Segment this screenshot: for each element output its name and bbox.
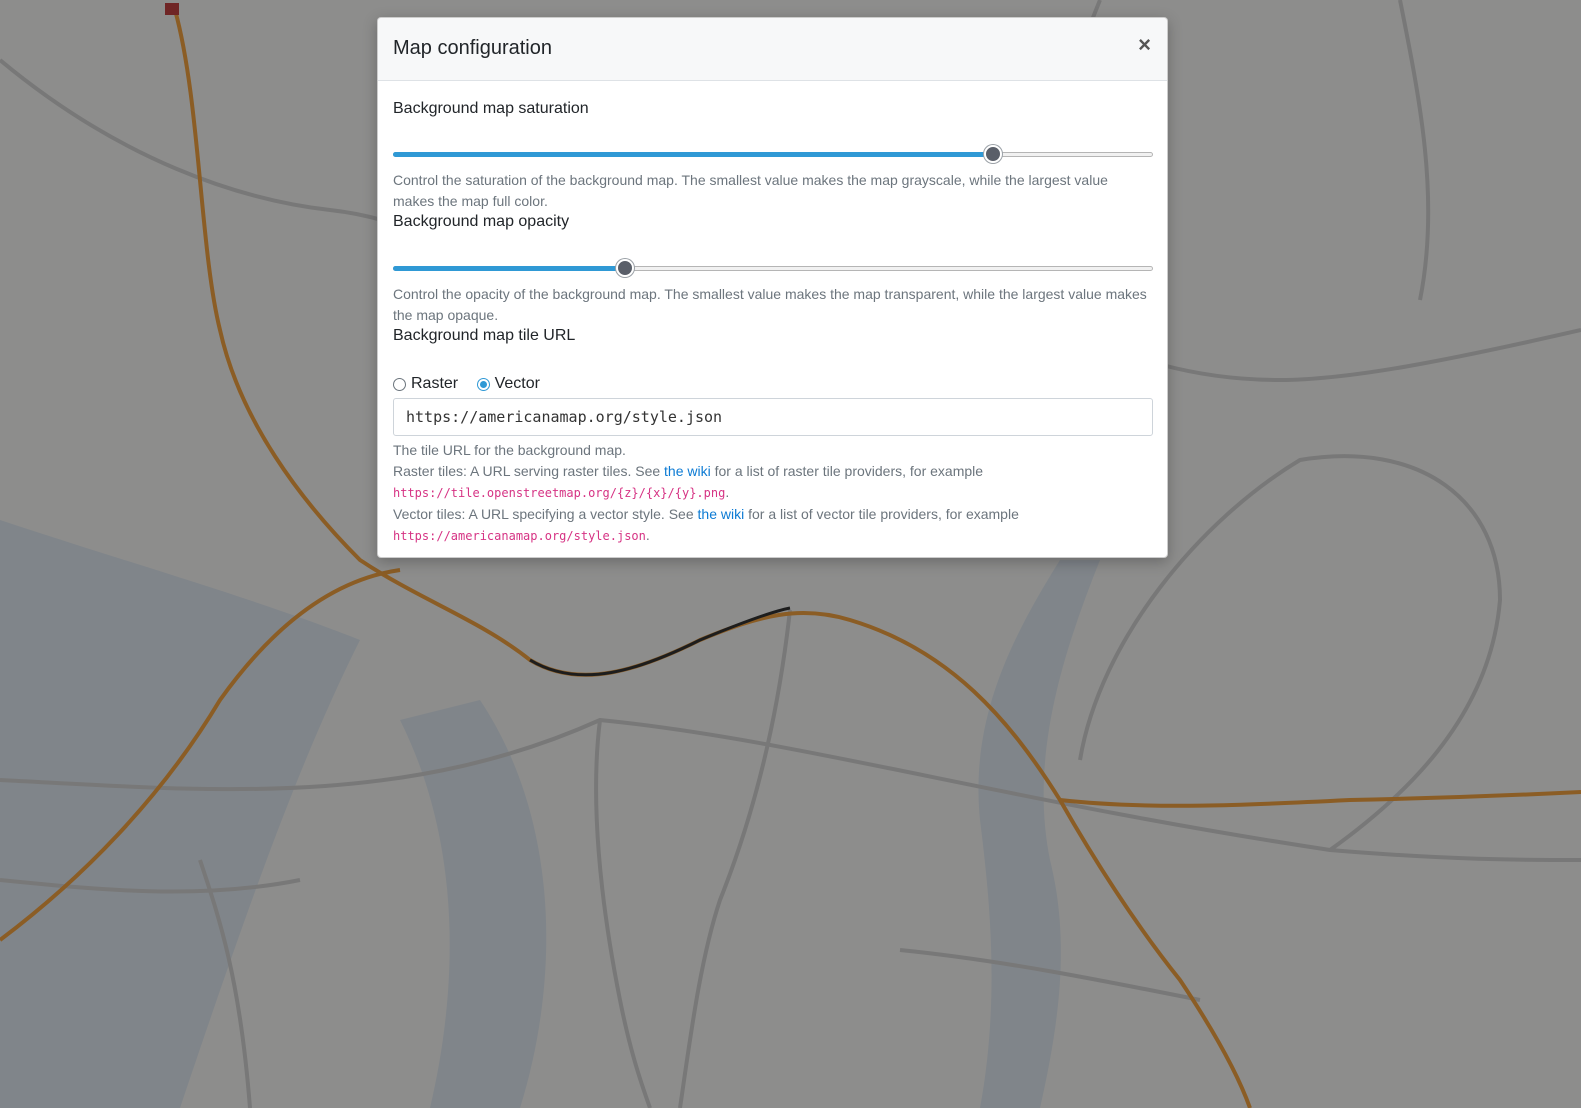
close-icon[interactable]: × [1134,32,1155,58]
slider-fill [393,152,993,157]
vector-radio[interactable]: Vector [476,375,540,393]
raster-help-prefix: Raster tiles: A URL serving raster tiles… [393,463,665,479]
radio-button[interactable] [393,377,406,391]
raster-wiki-link[interactable]: the wiki [664,463,711,479]
slider-fill [393,266,625,271]
opacity-help: Control the opacity of the background ma… [393,286,1147,323]
raster-help-suffix: . [725,484,730,500]
saturation-slider[interactable] [393,145,1153,165]
vector-radio-label: Vector [494,375,540,392]
saturation-label: Background map saturation [393,100,589,117]
vector-help-suffix: . [645,527,650,543]
raster-help-line: Raster tiles: A URL serving raster tiles… [393,461,1153,504]
vector-wiki-link[interactable]: the wiki [698,506,745,522]
vector-example-url: https://americanamap.org/style.json [393,529,646,543]
tile-type-radio-group: Raster Vector [393,375,554,397]
dialog-title: Map configuration [393,37,552,59]
vector-help-line: Vector tiles: A URL specifying a vector … [393,504,1153,547]
raster-radio-label: Raster [411,375,459,392]
slider-thumb[interactable] [984,145,1002,163]
radio-button[interactable] [476,377,490,391]
tile-url-help-intro: The tile URL for the background map. [393,442,626,458]
slider-thumb[interactable] [616,259,634,277]
raster-example-url: https://tile.openstreetmap.org/{z}/{x}/{… [393,486,726,500]
dialog-header: Map configuration × [378,18,1167,81]
saturation-help: Control the saturation of the background… [393,172,1108,209]
opacity-label: Background map opacity [393,213,570,230]
tile-url-input[interactable] [393,398,1153,436]
vector-help-middle: for a list of vector tile providers, for… [744,506,1019,522]
raster-help-middle: for a list of raster tile providers, for… [710,463,984,479]
opacity-slider[interactable] [393,259,1153,279]
tile-url-help: The tile URL for the background map. Ras… [393,440,1153,547]
tile-url-label: Background map tile URL [393,327,576,344]
raster-radio[interactable]: Raster [393,375,458,393]
vector-help-prefix: Vector tiles: A URL specifying a vector … [393,506,698,522]
map-configuration-dialog: Map configuration × Background map satur… [377,17,1168,558]
